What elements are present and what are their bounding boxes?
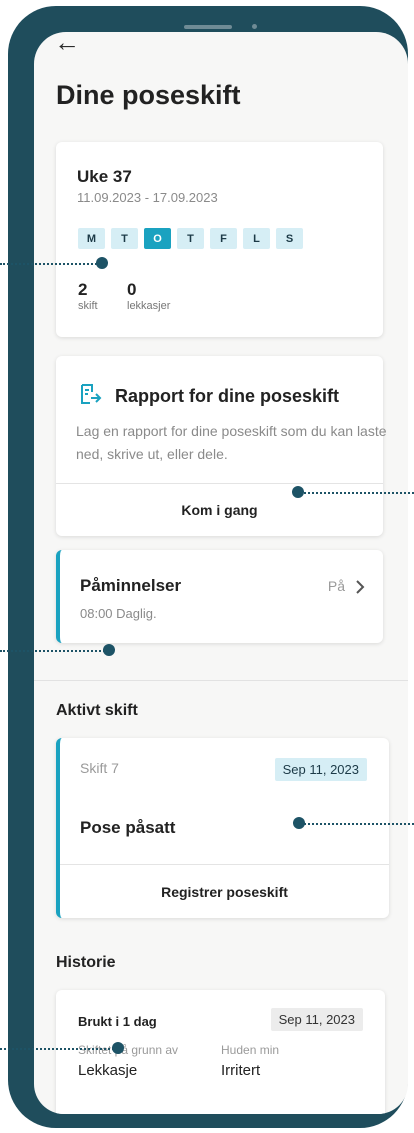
reminders-detail: 08:00 Daglig. (80, 606, 157, 621)
shift-status: Pose påsatt (80, 818, 176, 837)
history-card[interactable]: Brukt i 1 dag Sep 11, 2023 Skiftet på gr… (56, 990, 385, 1114)
weekday-chip[interactable]: M (78, 228, 105, 249)
callout-dot (112, 1042, 124, 1054)
section-divider (34, 680, 408, 681)
callout-dot (96, 257, 108, 269)
skin-label: Huden min (221, 1043, 280, 1057)
history-date-badge: Sep 11, 2023 (270, 1008, 363, 1031)
reminders-card[interactable]: Påminnelser 08:00 Daglig. På (56, 550, 383, 643)
history-duration: Brukt i 1 dag (78, 1014, 157, 1029)
report-card: Rapport for dine poseskift Lag en rappor… (56, 356, 387, 536)
camera (252, 24, 257, 29)
chevron-right-icon[interactable] (355, 579, 365, 595)
shift-date-badge: Sep 11, 2023 (274, 758, 367, 781)
speaker (184, 25, 232, 29)
weekday-chip-today[interactable]: O (144, 228, 171, 249)
card-divider (60, 864, 389, 865)
callout-dot (293, 817, 305, 829)
back-arrow-icon[interactable]: ← (54, 32, 80, 55)
reminders-status: På (327, 578, 345, 594)
callout-line (0, 1048, 118, 1050)
leak-count-stat: 0 lekkasjer (127, 280, 170, 312)
callout-dot (103, 644, 115, 656)
week-card: Uke 37 11.09.2023 - 17.09.2023 M T O T F… (56, 142, 383, 337)
history-heading: Historie (56, 954, 116, 971)
shift-count-stat: 2 skift (78, 280, 98, 312)
get-started-button[interactable]: Kom i gang (56, 502, 383, 518)
page-title: Dine poseskift (56, 80, 241, 110)
weekday-chip[interactable]: S (276, 228, 303, 249)
skin-value: Irritert (221, 1062, 261, 1079)
weekday-row: M T O T F L S (78, 228, 303, 249)
callout-dot (292, 486, 304, 498)
reason-label: Skiftet på grunn av (78, 1043, 179, 1057)
week-range: 11.09.2023 - 17.09.2023 (77, 190, 218, 205)
shift-label: Skift 7 (80, 760, 119, 776)
card-divider (56, 483, 383, 484)
weekday-chip[interactable]: T (111, 228, 138, 249)
shift-count-label: skift (78, 300, 98, 312)
app-screen: ← Dine poseskift Uke 37 11.09.2023 - 17.… (34, 32, 408, 1114)
callout-line (300, 823, 414, 825)
week-title: Uke 37 (77, 167, 132, 186)
leak-count-label: lekkasjer (127, 300, 171, 312)
reason-value: Lekkasje (78, 1062, 138, 1079)
active-shift-heading: Aktivt skift (56, 702, 138, 719)
report-title: Rapport for dine poseskift (115, 386, 340, 406)
weekday-chip[interactable]: L (243, 228, 270, 249)
report-description: Lag en rapport for dine poseskift som du… (76, 423, 387, 462)
weekday-chip[interactable]: T (177, 228, 204, 249)
shift-count-value: 2 (78, 280, 88, 299)
phone-frame: ← Dine poseskift Uke 37 11.09.2023 - 17.… (8, 6, 408, 1128)
callout-line (0, 650, 108, 652)
leak-count-value: 0 (127, 280, 137, 299)
reminders-title: Påminnelser (80, 576, 182, 595)
document-export-icon (81, 384, 102, 404)
callout-line (0, 263, 100, 265)
register-shift-button[interactable]: Registrer poseskift (60, 884, 389, 900)
active-shift-card: Skift 7 Sep 11, 2023 Pose påsatt Registr… (56, 738, 389, 918)
callout-line (300, 492, 414, 494)
weekday-chip[interactable]: F (210, 228, 237, 249)
